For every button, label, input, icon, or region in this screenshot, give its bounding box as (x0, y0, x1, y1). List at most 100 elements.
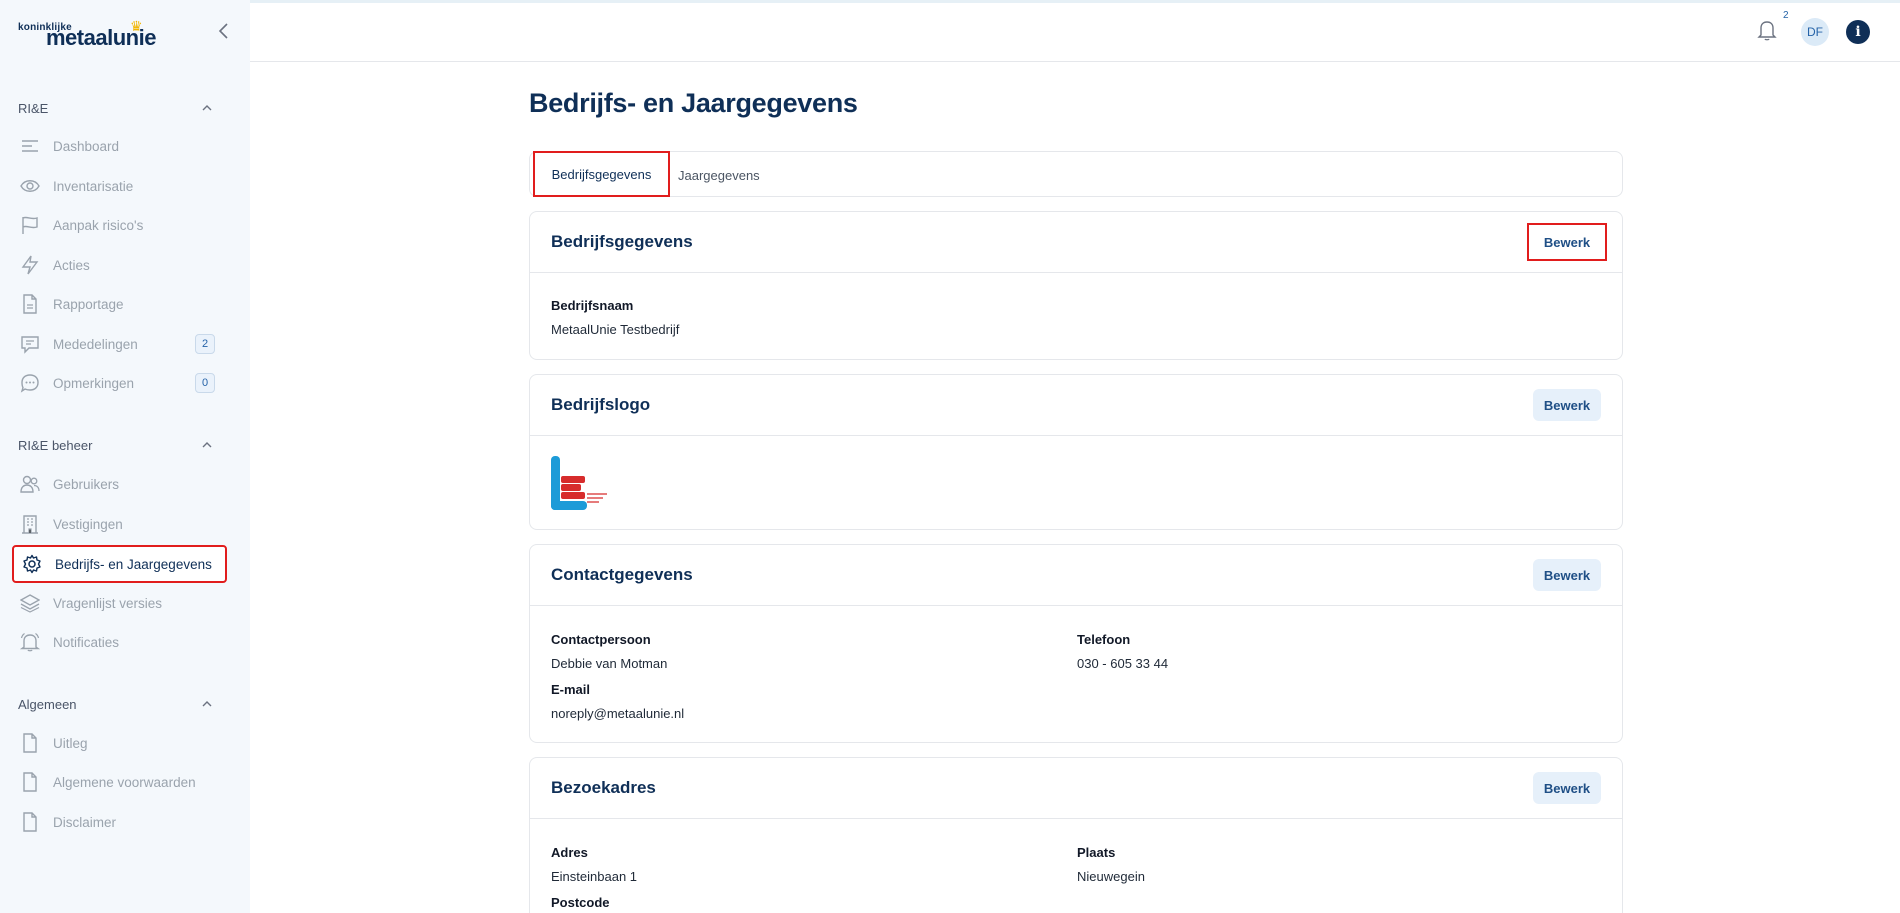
sidebar-item-disclaimer[interactable]: Disclaimer (12, 804, 227, 840)
bars-icon (20, 136, 40, 156)
card-title: Bedrijfslogo (551, 395, 651, 414)
section-header-rie[interactable]: RI&E (18, 98, 214, 118)
sidebar-item-opmerkingen[interactable]: Opmerkingen 0 (12, 365, 227, 401)
section-title: RI&E (18, 100, 49, 116)
card-bedrijfslogo: Bedrijfslogo Bewerk (529, 374, 1623, 530)
field-label: Plaats (1077, 845, 1116, 860)
users-icon (20, 474, 40, 494)
count-badge: 0 (195, 373, 215, 393)
sidebar-item-mededelingen[interactable]: Mededelingen 2 (12, 326, 227, 362)
bell-icon (20, 632, 40, 652)
chevron-up-icon (202, 701, 212, 707)
lightning-icon (20, 255, 40, 275)
field-value: noreply@metaalunie.nl (551, 706, 685, 721)
sidebar-item-vestigingen[interactable]: Vestigingen (12, 506, 227, 542)
field-bedrijfsnaam: Bedrijfsnaam MetaalUnie Testbedrijf (551, 298, 679, 337)
sidebar-item-label: Aanpak risico's (53, 217, 144, 233)
field-email: E-mail noreply@metaalunie.nl (551, 682, 684, 721)
document-icon (20, 812, 40, 832)
sidebar-item-bedrijfs-en-jaargegevens[interactable]: Bedrijfs- en Jaargegevens (12, 545, 227, 583)
card-bedrijfsgegevens: Bedrijfsgegevens Bewerk Bedrijfsnaam Met… (529, 211, 1623, 360)
sidebar-item-label: Mededelingen (53, 336, 138, 352)
card-title: Bezoekadres (551, 778, 656, 797)
tab-jaargegevens[interactable]: Jaargegevens (678, 152, 760, 198)
sidebar-item-acties[interactable]: Acties (12, 247, 227, 283)
layers-icon (20, 593, 40, 613)
edit-bedrijfsgegevens-button[interactable]: Bewerk (1527, 223, 1607, 261)
notifications-button[interactable] (1756, 18, 1778, 42)
sidebar-item-label: Vestigingen (53, 516, 123, 532)
field-telefoon: Telefoon 030 - 605 33 44 (1077, 632, 1168, 671)
document-icon (20, 733, 40, 753)
user-avatar[interactable]: DF (1801, 18, 1829, 46)
sidebar-item-aanpak-risicos[interactable]: Aanpak risico's (12, 207, 227, 243)
collapse-sidebar-button[interactable] (214, 20, 234, 42)
sidebar-item-label: Gebruikers (53, 476, 120, 492)
field-plaats: Plaats Nieuwegein (1077, 845, 1145, 884)
gear-icon (22, 554, 42, 574)
sidebar-item-uitleg[interactable]: Uitleg (12, 725, 227, 761)
field-value: Debbie van Motman (551, 656, 668, 671)
field-label: Telefoon (1077, 632, 1131, 647)
field-adres: Adres Einsteinbaan 1 (551, 845, 637, 884)
sidebar-item-label: Uitleg (53, 735, 88, 751)
card-bezoekadres: Bezoekadres Bewerk Adres Einsteinbaan 1 … (529, 757, 1623, 913)
card-contactgegevens: Contactgegevens Bewerk Contactpersoon De… (529, 544, 1623, 743)
card-title: Bedrijfsgegevens (551, 232, 693, 251)
field-value: Nieuwegein (1077, 869, 1145, 884)
company-logo-image (551, 456, 607, 510)
sidebar-item-dashboard[interactable]: Dashboard (12, 128, 227, 164)
section-header-rie-beheer[interactable]: RI&E beheer (18, 435, 214, 455)
comment-icon (20, 373, 40, 393)
sidebar-item-label: Algemene voorwaarden (53, 774, 196, 790)
card-header: Bedrijfslogo Bewerk (530, 375, 1622, 436)
chevron-up-icon (202, 442, 212, 448)
metaalunie-logo[interactable]: koninklijke metaalunie ♛ (18, 18, 158, 50)
field-contactpersoon: Contactpersoon Debbie van Motman (551, 632, 667, 671)
sidebar-item-label: Inventarisatie (53, 178, 134, 194)
edit-contactgegevens-button[interactable]: Bewerk (1533, 559, 1601, 591)
sidebar-item-label: Dashboard (53, 138, 120, 154)
building-icon (20, 514, 40, 534)
flag-icon (20, 215, 40, 235)
bell-icon (1757, 21, 1777, 41)
section-header-algemeen[interactable]: Algemeen (18, 694, 214, 714)
field-value: Einsteinbaan 1 (551, 869, 638, 884)
section-title: Algemeen (18, 696, 77, 712)
sidebar-item-vragenlijst-versies[interactable]: Vragenlijst versies (12, 585, 227, 621)
field-label: Bedrijfsnaam (551, 298, 634, 313)
field-label: Postcode (551, 895, 610, 910)
document-icon (20, 294, 40, 314)
chevron-left-icon (218, 23, 228, 39)
chevron-up-icon (202, 105, 212, 111)
sidebar-item-rapportage[interactable]: Rapportage (12, 286, 227, 322)
edit-bedrijfslogo-button[interactable]: Bewerk (1533, 389, 1601, 421)
sidebar-item-notificaties[interactable]: Notificaties (12, 624, 227, 660)
sidebar-item-gebruikers[interactable]: Gebruikers (12, 466, 227, 502)
edit-bezoekadres-button[interactable]: Bewerk (1533, 772, 1601, 804)
top-header (250, 3, 1900, 62)
sidebar-item-inventarisatie[interactable]: Inventarisatie (12, 168, 227, 204)
sidebar: koninklijke metaalunie ♛ RI&E Dashboard … (0, 0, 250, 913)
sidebar-item-label: Opmerkingen (53, 375, 135, 391)
field-value: MetaalUnie Testbedrijf (551, 322, 680, 337)
card-title: Contactgegevens (551, 565, 693, 584)
field-label: Contactpersoon (551, 632, 651, 647)
info-button[interactable]: i (1846, 20, 1870, 44)
count-badge: 2 (195, 334, 215, 354)
sidebar-item-label: Disclaimer (53, 814, 117, 830)
field-postcode: Postcode (551, 895, 610, 910)
field-value: 030 - 605 33 44 (1077, 656, 1169, 671)
sidebar-item-label: Vragenlijst versies (53, 595, 163, 611)
logo-area (530, 436, 1622, 530)
field-label: Adres (551, 845, 588, 860)
section-title: RI&E beheer (18, 437, 93, 453)
sidebar-item-label: Bedrijfs- en Jaargegevens (55, 556, 212, 572)
tab-bedrijfsgegevens[interactable]: Bedrijfsgegevens (533, 151, 670, 197)
field-label: E-mail (551, 682, 591, 697)
document-icon (20, 772, 40, 792)
sidebar-item-algemene-voorwaarden[interactable]: Algemene voorwaarden (12, 764, 227, 800)
page-title: Bedrijfs- en Jaargegevens (529, 88, 858, 118)
card-header: Contactgegevens Bewerk (530, 545, 1622, 606)
crown-icon: ♛ (130, 18, 143, 34)
